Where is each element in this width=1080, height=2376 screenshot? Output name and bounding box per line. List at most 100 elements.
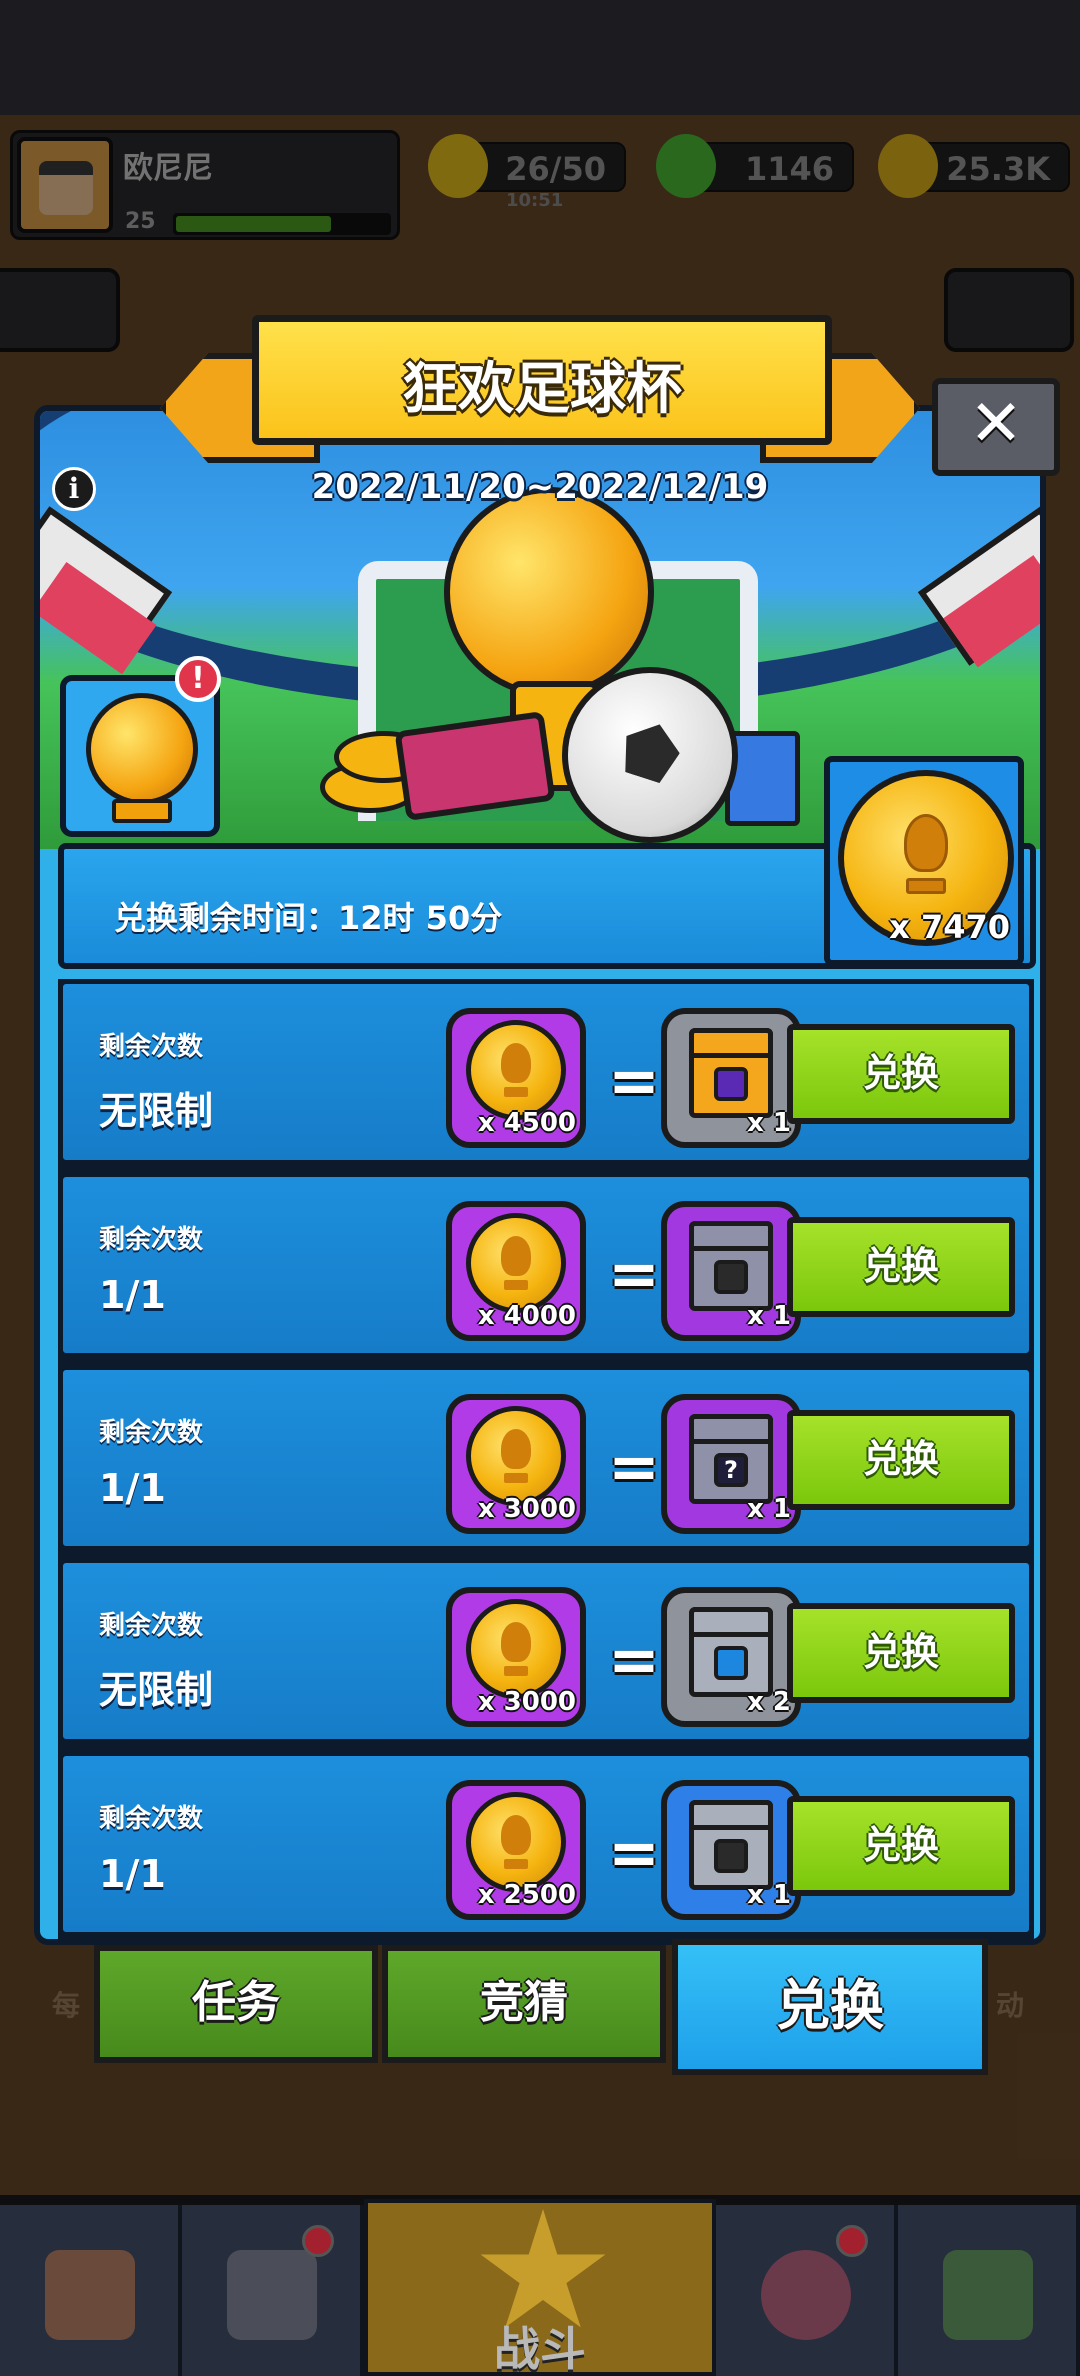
remaining-count: 1/1 [99, 1273, 166, 1317]
reward-quantity: x 1 [747, 1301, 791, 1331]
cost-amount: x 2500 [477, 1880, 576, 1910]
chest-lid [689, 1414, 773, 1444]
equals-sign: = [608, 1816, 660, 1889]
purple-chest-icon [689, 1221, 773, 1311]
token-cup-base [906, 878, 946, 894]
cost-tile: x 3000 [446, 1394, 586, 1534]
team-badge-icon [761, 2250, 851, 2340]
hexagon-emblem-icon [714, 1646, 748, 1680]
reward-tile[interactable]: x 1 [661, 1780, 801, 1920]
golden-cup-icon [86, 693, 198, 805]
cost-amount: x 4500 [477, 1108, 576, 1138]
cup-token-icon [466, 1020, 566, 1120]
notification-dot [302, 2225, 334, 2257]
info-button[interactable]: i [52, 467, 96, 511]
notification-dot [836, 2225, 868, 2257]
remaining-label: 剩余次数 [99, 1418, 204, 1448]
bottom-nav: 战斗 [0, 2199, 1080, 2376]
title-ribbon: 狂欢足球杯 [160, 315, 920, 463]
reward-tile[interactable]: x 2 [661, 1587, 801, 1727]
reward-tile[interactable]: ? x 1 [661, 1394, 801, 1534]
tab-guess[interactable]: 竞猜 [382, 1945, 666, 2063]
exchange-list[interactable]: 剩余次数 无限制 x 4500 = x 1 兑换 剩余次数 1/1 x 4000… [58, 979, 1034, 1939]
remaining-count: 无限制 [99, 1668, 214, 1712]
nav-weapons[interactable] [182, 2205, 364, 2376]
exchange-button[interactable]: 兑换 [787, 1603, 1015, 1703]
chest-lid [689, 1028, 773, 1058]
chest-lid [689, 1800, 773, 1830]
title-plate: 狂欢足球杯 [252, 315, 832, 445]
exchange-button[interactable]: 兑换 [787, 1796, 1015, 1896]
exchange-row: 剩余次数 无限制 x 3000 = x 2 兑换 [58, 1558, 1034, 1744]
gun-icon [227, 2250, 317, 2340]
cup-base-icon [112, 799, 172, 823]
chest-lid [689, 1607, 773, 1637]
equals-sign: = [608, 1237, 660, 1310]
reward-quantity: x 2 [747, 1687, 791, 1717]
remaining-count: 1/1 [99, 1852, 166, 1896]
cup-token-icon [466, 1406, 566, 1506]
remaining-label: 剩余次数 [99, 1225, 204, 1255]
reward-quantity: x 1 [747, 1880, 791, 1910]
exchange-button[interactable]: 兑换 [787, 1024, 1015, 1124]
cost-tile: x 3000 [446, 1587, 586, 1727]
nav-team[interactable] [716, 2205, 898, 2376]
cost-amount: x 3000 [477, 1687, 576, 1717]
dna-icon [943, 2250, 1033, 2340]
remaining-label: 剩余次数 [99, 1611, 204, 1641]
close-button[interactable]: ✕ [932, 378, 1060, 476]
reward-quantity: x 1 [747, 1494, 791, 1524]
equals-sign: = [608, 1623, 660, 1696]
remaining-label: 剩余次数 [99, 1804, 204, 1834]
silver-chest-icon [689, 1607, 773, 1697]
hexagon-emblem-icon [714, 1067, 748, 1101]
nav-battle-label: 战斗 [494, 2322, 586, 2376]
nav-upgrade[interactable] [898, 2205, 1080, 2376]
reward-quantity: x 1 [747, 1108, 791, 1138]
remaining-count: 无限制 [99, 1089, 214, 1133]
remaining-label: 剩余次数 [99, 1032, 204, 1062]
remaining-count: 1/1 [99, 1466, 166, 1510]
reward-tile[interactable]: x 1 [661, 1201, 801, 1341]
cup-token-icon [466, 1599, 566, 1699]
nav-shop[interactable] [0, 2205, 182, 2376]
cost-tile: x 2500 [446, 1780, 586, 1920]
exchange-time-remaining: 兑换剩余时间：12时 50分 [114, 899, 503, 937]
tab-tasks[interactable]: 任务 [94, 1945, 378, 2063]
exchange-row: 剩余次数 1/1 x 4000 = x 1 兑换 [58, 1172, 1034, 1358]
equals-sign: = [608, 1430, 660, 1503]
football-cup-popup: 2022/11/20~2022/12/19 i ! 兑换剩余时间：12时 50分… [34, 405, 1046, 1945]
nav-battle[interactable]: 战斗 [364, 2199, 716, 2376]
exchange-row: 剩余次数 无限制 x 4500 = x 1 兑换 [58, 979, 1034, 1165]
cost-tile: x 4500 [446, 1008, 586, 1148]
glove-emblem-icon [714, 1260, 748, 1294]
soccer-ball-icon [562, 667, 738, 843]
cup-token-icon [466, 1792, 566, 1892]
exchange-row: 剩余次数 1/1 x 2500 = x 1 兑换 [58, 1751, 1034, 1937]
hexagon-emblem-icon [714, 1839, 748, 1873]
popup-title: 狂欢足球杯 [402, 357, 682, 422]
shop-icon [45, 2250, 135, 2340]
alert-badge: ! [175, 656, 221, 702]
token-cup-shape [904, 814, 948, 872]
tab-exchange[interactable]: 兑换 [672, 1939, 988, 2075]
token-count: x 7470 [889, 908, 1010, 946]
exchange-button[interactable]: 兑换 [787, 1217, 1015, 1317]
cup-token-icon [466, 1213, 566, 1313]
cost-amount: x 3000 [477, 1494, 576, 1524]
mystery-chest-icon: ? [689, 1414, 773, 1504]
exchange-row: 剩余次数 1/1 x 3000 = ? x 1 兑换 [58, 1365, 1034, 1551]
trophy-icon [444, 487, 654, 697]
cost-tile: x 4000 [446, 1201, 586, 1341]
token-balance: x 7470 [824, 756, 1024, 966]
blue-chest-icon [689, 1800, 773, 1890]
orange-chest-icon [689, 1028, 773, 1118]
question-mark-icon: ? [714, 1453, 748, 1487]
cost-amount: x 4000 [477, 1301, 576, 1331]
exchange-button[interactable]: 兑换 [787, 1410, 1015, 1510]
chest-lid [689, 1221, 773, 1251]
popup-tabs: 任务 竞猜 兑换 [94, 1939, 994, 2075]
status-bar-area [0, 0, 1080, 115]
reward-tile[interactable]: x 1 [661, 1008, 801, 1148]
event-date-range: 2022/11/20~2022/12/19 [311, 467, 769, 507]
